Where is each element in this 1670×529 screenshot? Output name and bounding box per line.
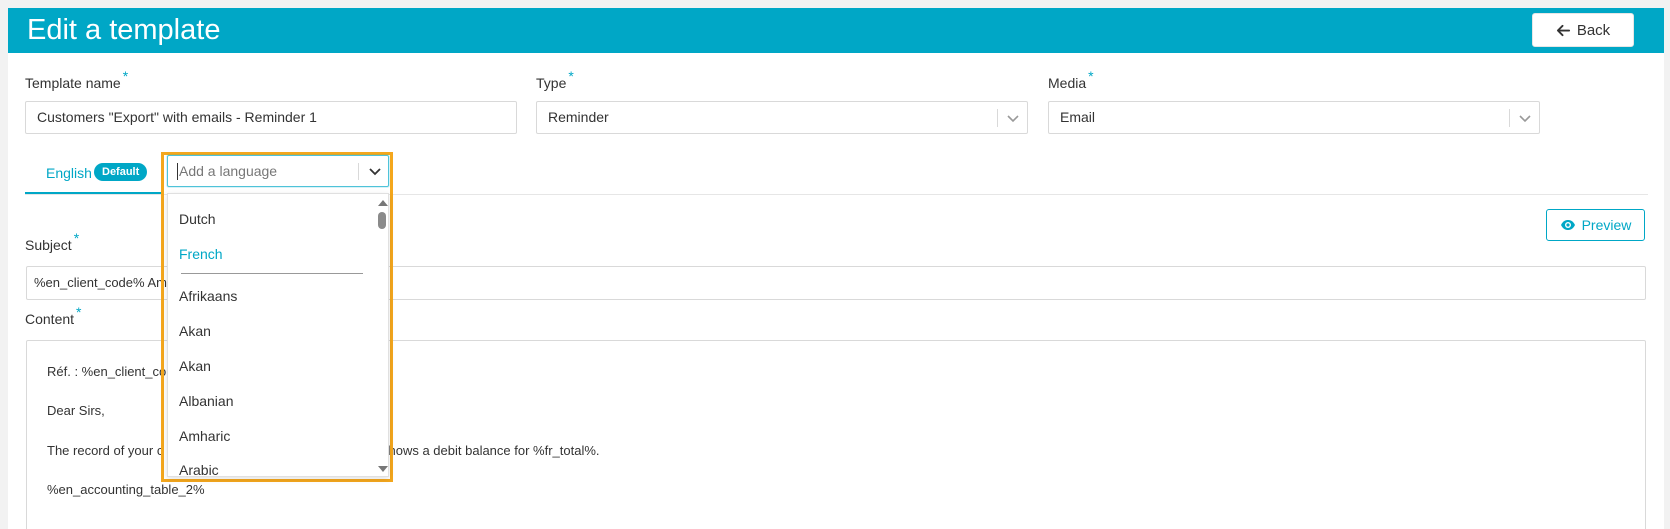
page-title: Edit a template — [27, 14, 221, 46]
chevron-down-icon — [1519, 115, 1531, 123]
template-name-input[interactable]: Customers "Export" with emails - Reminde… — [25, 101, 517, 134]
arrow-left-icon — [1556, 24, 1570, 36]
template-editor: Edit a template Back Template name * Cust… — [8, 8, 1664, 529]
select-separator — [997, 109, 998, 127]
default-badge: Default — [94, 163, 148, 181]
chevron-down-icon — [1007, 115, 1019, 123]
language-option-arabic[interactable]: Arabic — [179, 462, 219, 476]
language-option-akan[interactable]: Akan — [179, 358, 211, 374]
select-separator — [1509, 109, 1510, 127]
tab-english[interactable]: English Default — [25, 154, 164, 194]
required-marker: * — [73, 230, 80, 246]
preview-label: Preview — [1581, 217, 1632, 233]
type-select[interactable]: Reminder — [536, 101, 1028, 134]
scroll-thumb[interactable] — [378, 212, 386, 229]
required-marker: * — [122, 68, 129, 84]
media-label: Media * — [1048, 68, 1094, 91]
content-line: Réf. : %en_client_co — [47, 364, 167, 379]
type-value: Reminder — [548, 109, 609, 125]
required-marker: * — [76, 304, 82, 320]
content-line: The record of your c — [47, 443, 164, 458]
text-cursor — [177, 163, 178, 180]
page-header: Edit a template Back — [8, 8, 1664, 53]
language-option-french[interactable]: French — [179, 246, 223, 262]
content-line: %en_accounting_table_2% — [47, 482, 205, 497]
content-line: Dear Sirs, — [47, 403, 105, 418]
language-dropdown-menu: Dutch French Afrikaans Akan Akan Albania… — [167, 193, 389, 477]
menu-divider — [181, 273, 363, 274]
eye-icon — [1560, 220, 1575, 230]
scroll-down-arrow-icon[interactable] — [378, 466, 388, 472]
chevron-down-icon[interactable] — [368, 164, 382, 178]
required-marker: * — [568, 68, 574, 84]
select-separator — [358, 163, 359, 180]
language-option-albanian[interactable]: Albanian — [179, 393, 234, 409]
add-language-placeholder: Add a language — [179, 163, 278, 179]
required-marker: * — [1088, 68, 1094, 84]
language-option-afrikaans[interactable]: Afrikaans — [179, 288, 237, 304]
template-name-label: Template name * — [25, 68, 129, 91]
back-button[interactable]: Back — [1532, 13, 1634, 47]
media-select[interactable]: Email — [1048, 101, 1540, 134]
language-option-amharic[interactable]: Amharic — [179, 428, 230, 444]
preview-button[interactable]: Preview — [1546, 209, 1645, 241]
back-label: Back — [1576, 21, 1611, 39]
content-label: Content * — [25, 304, 82, 327]
language-option-akan[interactable]: Akan — [179, 323, 211, 339]
tab-english-label: English — [46, 165, 92, 181]
dropdown-scrollbar[interactable] — [376, 196, 388, 474]
add-language-select[interactable]: Add a language — [167, 155, 389, 187]
scroll-up-arrow-icon[interactable] — [378, 200, 388, 206]
media-value: Email — [1060, 109, 1096, 125]
content-line: shows a debit balance for %fr_total%. — [382, 443, 600, 458]
language-option-dutch[interactable]: Dutch — [179, 211, 216, 227]
type-label: Type * — [536, 68, 574, 91]
subject-label: Subject * — [25, 230, 80, 253]
